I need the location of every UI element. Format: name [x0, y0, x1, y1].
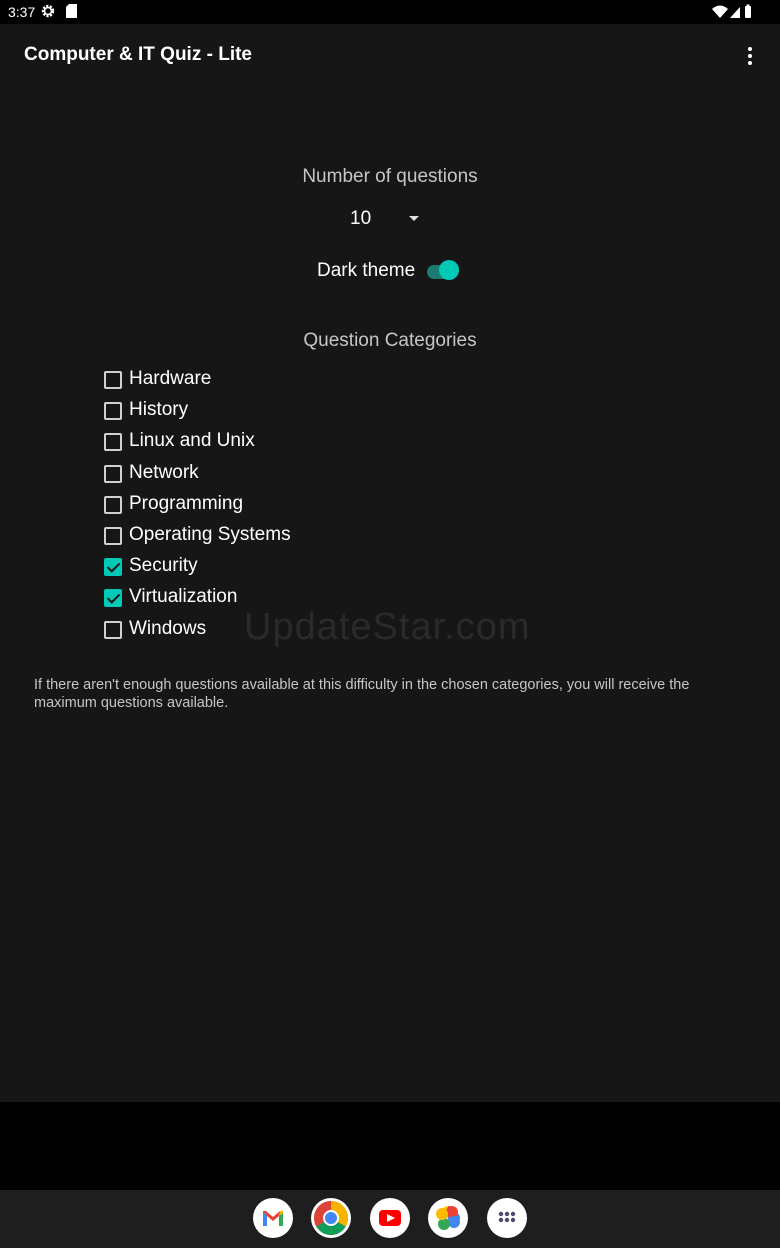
category-item-history[interactable]: History — [104, 395, 404, 426]
settings-gear-icon — [41, 4, 55, 18]
status-bar: 3:37 — [0, 0, 780, 24]
checkbox[interactable] — [104, 402, 122, 421]
category-list: Hardware History Linux and Unix Network … — [104, 364, 404, 645]
category-item-security[interactable]: Security — [104, 551, 404, 582]
taskbar-dock — [0, 1190, 780, 1248]
category-label: Security — [129, 555, 198, 577]
category-label: Windows — [129, 617, 207, 639]
more-options-icon[interactable] — [740, 44, 760, 68]
checkbox[interactable] — [104, 371, 122, 389]
checkbox[interactable] — [104, 526, 122, 545]
category-label: Programming — [129, 492, 244, 514]
status-time: 3:37 — [8, 4, 36, 20]
photos-icon[interactable] — [428, 1198, 468, 1238]
category-item-hardware[interactable]: Hardware — [104, 364, 404, 395]
app-screen: Computer & IT Quiz - Lite Number of ques… — [0, 24, 780, 1102]
category-label: Operating Systems — [129, 523, 291, 545]
watermark: UpdateStar.com — [244, 606, 531, 648]
info-note: If there aren't enough questions availab… — [34, 677, 690, 711]
checkbox[interactable] — [104, 558, 122, 577]
category-label: Hardware — [129, 368, 212, 389]
checkbox[interactable] — [104, 464, 122, 483]
battery-icon — [745, 6, 751, 18]
checkbox[interactable] — [104, 495, 122, 514]
signal-icon — [730, 7, 740, 18]
app-title: Computer & IT Quiz - Lite — [24, 44, 252, 65]
status-system-icons — [712, 4, 751, 18]
dark-theme-label: Dark theme — [317, 260, 416, 281]
dropdown-value: 10 — [350, 208, 372, 229]
question-categories-title: Question Categories — [303, 330, 477, 351]
category-item-operating-systems[interactable]: Operating Systems — [104, 520, 404, 551]
wifi-icon — [712, 5, 728, 18]
number-of-questions-dropdown[interactable]: 10 — [340, 206, 430, 234]
bottom-spacer — [0, 1102, 780, 1190]
category-item-programming[interactable]: Programming — [104, 489, 404, 520]
category-item-linux-and-unix[interactable]: Linux and Unix — [104, 426, 404, 457]
category-item-network[interactable]: Network — [104, 458, 404, 489]
switch-thumb — [439, 260, 459, 280]
chrome-icon[interactable] — [311, 1198, 351, 1238]
checkbox[interactable] — [104, 433, 122, 452]
category-label: Linux and Unix — [129, 430, 255, 452]
category-label: Virtualization — [129, 586, 238, 608]
checkbox[interactable] — [104, 589, 122, 608]
category-label: Network — [129, 461, 199, 483]
app-bar: Computer & IT Quiz - Lite — [0, 24, 780, 88]
youtube-icon[interactable] — [370, 1198, 410, 1238]
dark-theme-row: Dark theme — [317, 258, 467, 288]
sd-card-icon — [66, 4, 77, 18]
dropdown-arrow-icon — [409, 216, 419, 221]
gmail-icon[interactable] — [253, 1198, 293, 1238]
number-of-questions-label: Number of questions — [302, 166, 478, 187]
app-drawer-icon[interactable] — [487, 1198, 527, 1238]
category-label: History — [129, 399, 189, 421]
checkbox[interactable] — [104, 620, 122, 639]
